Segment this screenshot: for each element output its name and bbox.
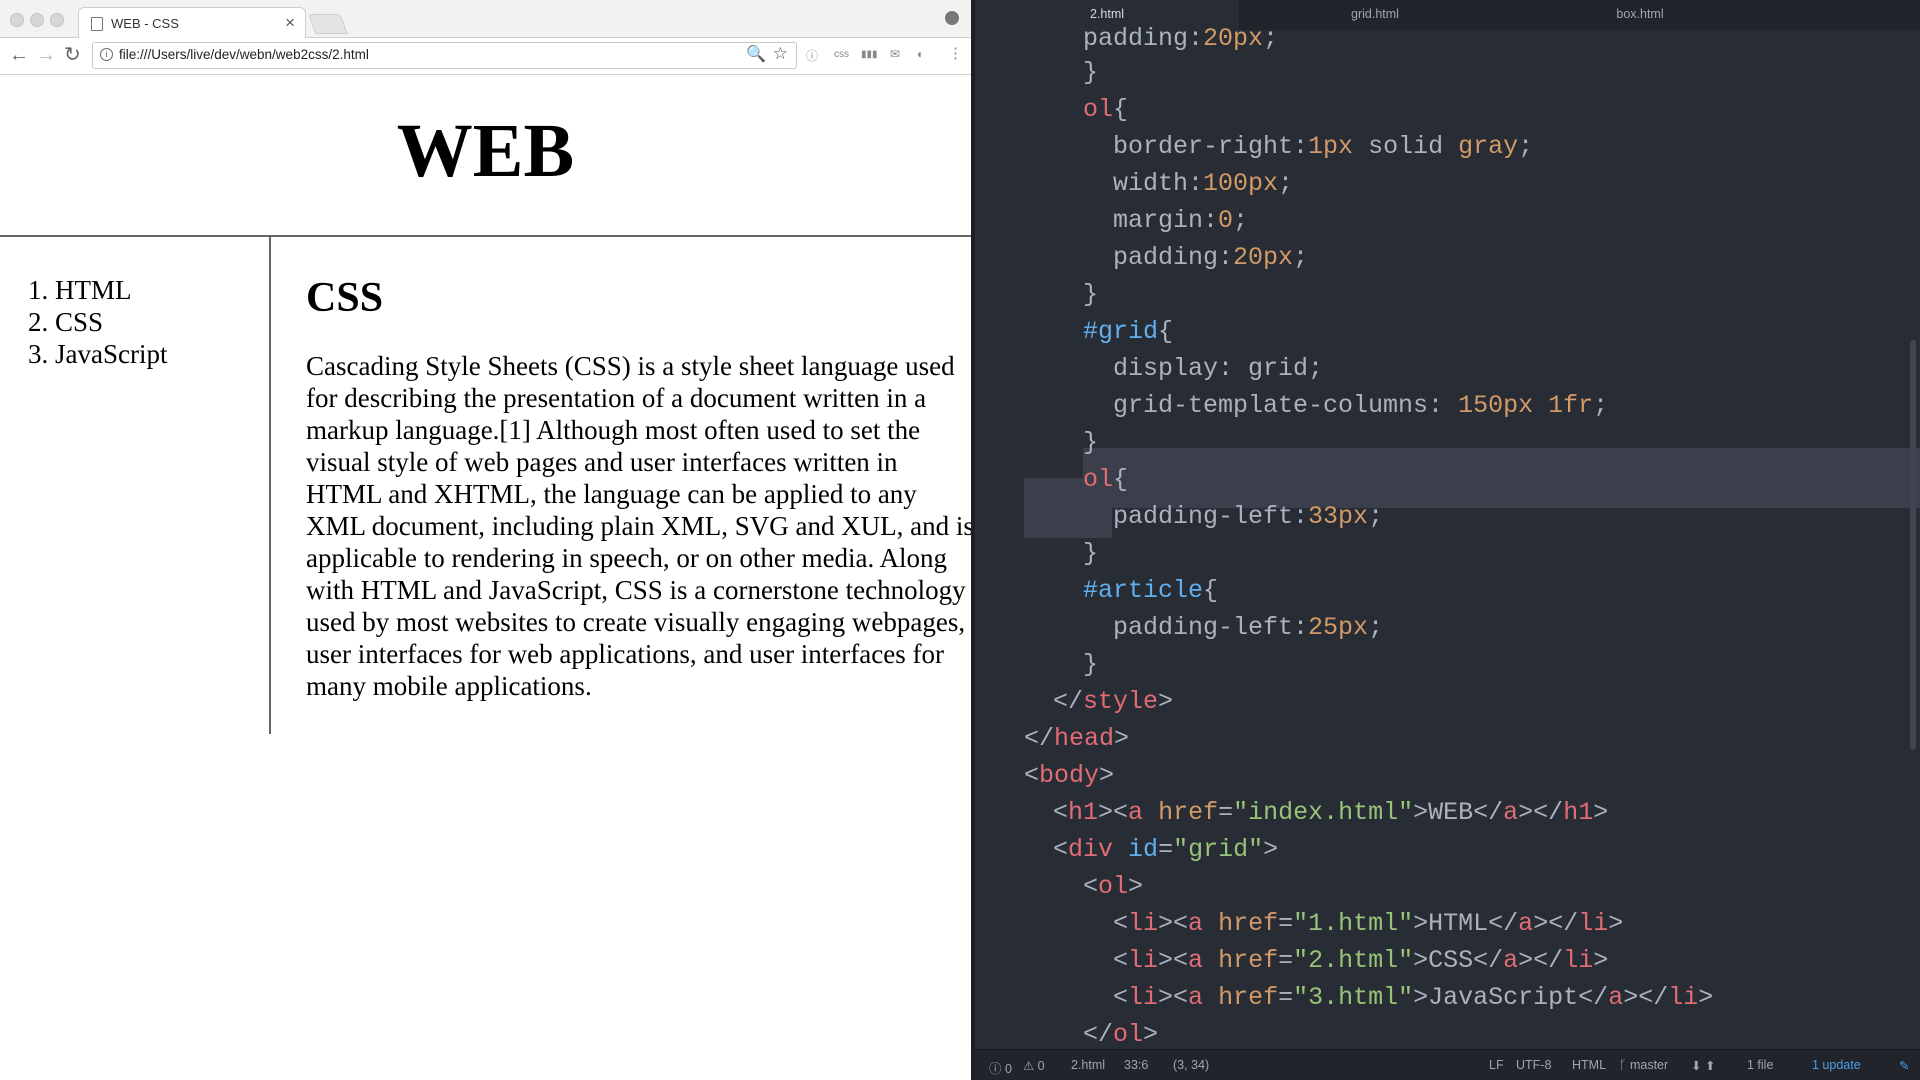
code-line: <ol> [1083,872,1144,901]
encoding[interactable]: UTF-8 [1516,1058,1551,1072]
code-line: } [1083,428,1099,457]
code-line: ol{ [1083,95,1129,124]
editor-tab-grid-html[interactable]: grid.html [1243,0,1507,30]
code-line: padding:20px; [1083,24,1279,53]
selection-highlight-mid [1024,478,1084,508]
selection-count[interactable]: (3, 34) [1173,1058,1209,1072]
code-line: #article{ [1083,576,1219,605]
code-line: </ol> [1083,1020,1159,1049]
code-line: } [1083,58,1099,87]
zoom-icon[interactable]: 🔍 [746,44,766,64]
git-branch[interactable]: ᚴ master [1619,1058,1668,1072]
grammar[interactable]: HTML [1572,1058,1606,1072]
code-line: <li><a href="2.html">CSS</a></li> [1113,946,1609,975]
bookmark-star-icon[interactable]: ☆ [773,44,788,64]
selection-highlight-end [1024,508,1112,538]
code-line: ol{ [1083,465,1129,494]
code-line: padding:20px; [1113,243,1309,272]
code-line: #grid{ [1083,317,1174,346]
line-ending[interactable]: LF [1489,1058,1504,1072]
cursor-position[interactable]: 33:6 [1124,1058,1148,1072]
code-line: display: grid; [1113,354,1324,383]
minimize-window-button[interactable] [30,13,44,27]
close-window-button[interactable] [10,13,24,27]
code-editor: 2.html grid.html box.html padding:20px; … [971,0,1920,1080]
code-line: <div id="grid"> [1053,835,1279,864]
tab-title: WEB - CSS [111,16,179,31]
close-tab-icon[interactable]: × [285,13,295,33]
code-line: <h1><a href="index.html">WEB</a></h1> [1053,798,1609,827]
url-text[interactable]: file:///Users/live/dev/webn/web2css/2.ht… [119,47,369,62]
error-count[interactable]: ⓘ 0 [989,1058,1012,1077]
extension-chart-icon[interactable]: ▮▮▮ [861,49,878,60]
forward-button[interactable]: → [36,44,56,66]
code-line: <li><a href="1.html">HTML</a></li> [1113,909,1624,938]
tab-bar: WEB - CSS × [0,0,971,39]
back-button[interactable]: ← [9,44,29,66]
page-favicon-icon [91,17,103,31]
code-line: </head> [1024,724,1130,753]
address-bar[interactable]: i file:///Users/live/dev/webn/web2css/2.… [92,42,797,69]
nav-item-javascript[interactable]: 3. JavaScript [28,338,167,370]
article-body: Cascading Style Sheets (CSS) is a style … [306,351,971,701]
code-line: margin:0; [1113,206,1249,235]
status-bar: ⓘ 0 ⚠ 0 2.html 33:6 (3, 34) LF UTF-8 HTM… [975,1049,1920,1080]
profile-icon[interactable] [945,11,959,25]
code-line: </style> [1053,687,1174,716]
code-line: grid-template-columns: 150px 1fr; [1113,391,1609,420]
extension-info-icon[interactable]: ⓘ [806,47,818,64]
browser-tab[interactable]: WEB - CSS × [78,7,306,39]
extension-mail-icon[interactable]: ✉ [890,47,900,61]
site-title-link[interactable]: WEB [0,111,971,191]
code-line: padding-left:33px; [1113,502,1384,531]
editor-scrollbar[interactable] [1910,340,1916,750]
files-changed[interactable]: 1 file [1747,1058,1773,1072]
code-area[interactable]: padding:20px; } ol{ border-right:1px sol… [971,24,1920,1049]
editor-tab-box-html[interactable]: box.html [1508,0,1772,30]
feedback-icon[interactable]: ✎ [1899,1058,1909,1073]
code-line: <li><a href="3.html">JavaScript</a></li> [1113,983,1714,1012]
code-line: <body> [1024,761,1115,790]
reload-button[interactable]: ↻ [64,44,81,66]
zoom-window-button[interactable] [50,13,64,27]
site-info-icon[interactable]: i [100,48,113,61]
code-line: } [1083,650,1099,679]
code-line: padding-left:25px; [1113,613,1384,642]
code-line: } [1083,539,1099,568]
code-line: } [1083,280,1099,309]
warning-count[interactable]: ⚠ 0 [1023,1058,1045,1073]
article-heading: CSS [306,275,384,321]
new-tab-button[interactable] [308,14,348,34]
browser-window: WEB - CSS × ← → ↻ i file:///Users/live/d… [0,0,971,1080]
selection-highlight [1083,448,1920,508]
extension-css-icon[interactable]: css [834,49,849,60]
nav-item-html[interactable]: 1. HTML [28,274,167,306]
nav-item-css[interactable]: 2. CSS [28,306,167,338]
extension-toggle-icon[interactable]: ◐ [917,47,924,61]
browser-toolbar: ← → ↻ i file:///Users/live/dev/webn/web2… [0,38,971,75]
code-line: width:100px; [1113,169,1294,198]
page-viewport: WEB 1. HTML 2. CSS 3. JavaScript CSS Cas… [0,75,971,1080]
git-sync-icon[interactable]: ⬇ ⬆ [1691,1058,1715,1073]
browser-menu-icon[interactable]: ⋮ [948,44,963,62]
nav-list: 1. HTML 2. CSS 3. JavaScript [0,236,271,734]
update-notice[interactable]: 1 update [1812,1058,1861,1072]
status-file-name[interactable]: 2.html [1071,1058,1105,1072]
code-line: border-right:1px solid gray; [1113,132,1534,161]
